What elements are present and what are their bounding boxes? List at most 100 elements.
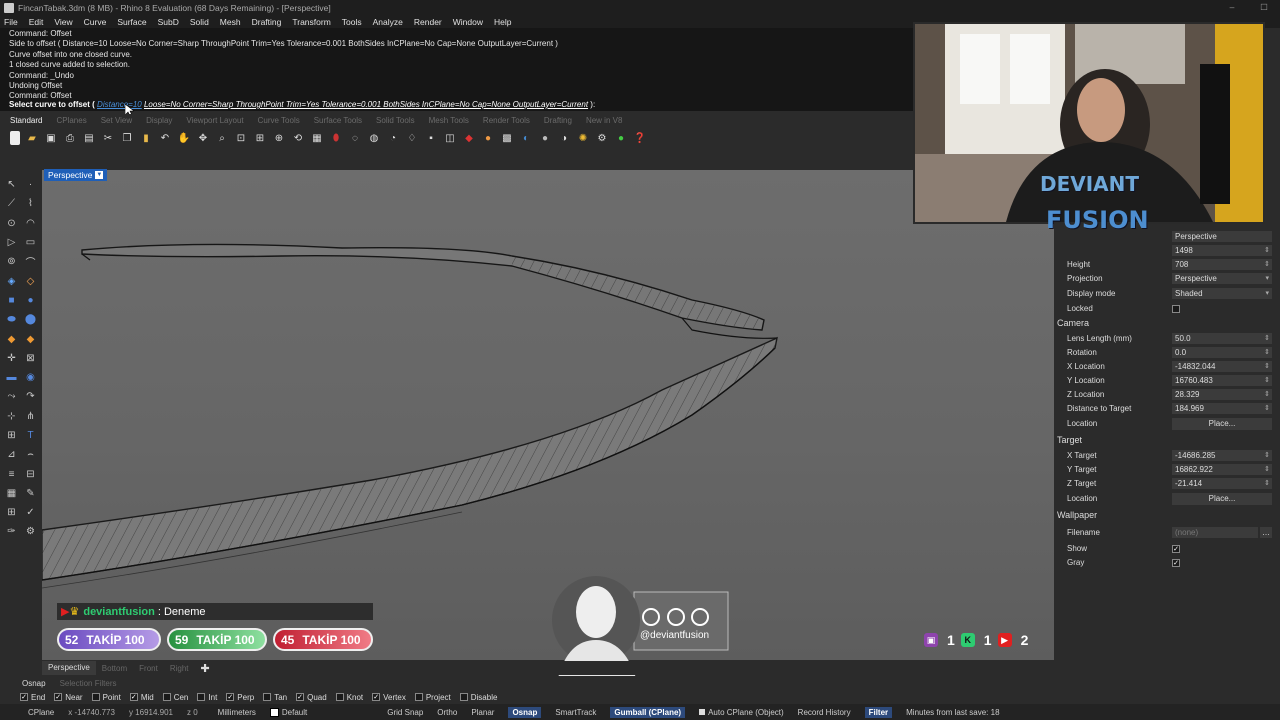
distance-option[interactable]: Distance=10 [97,100,142,109]
menu-render[interactable]: Render [414,17,442,27]
undo-view-icon[interactable]: ⟲ [291,131,305,145]
trim-icon[interactable]: ⤳ [2,387,21,406]
save-icon[interactable]: ▣ [44,131,58,145]
planar-toggle[interactable]: Planar [471,708,494,717]
gumball-toggle[interactable]: Gumball (CPlane) [610,706,686,718]
menu-analyze[interactable]: Analyze [373,17,403,27]
z-target-field[interactable]: -21.414 [1172,478,1272,489]
light-icon[interactable]: ♢ [405,131,419,145]
osnap-tan[interactable]: Tan [263,693,287,702]
polyline-icon[interactable]: ⟋ [2,194,21,213]
osnap-checkbox[interactable] [459,693,468,701]
scale-icon[interactable]: ⊠ [21,349,40,368]
curve-icon[interactable]: ⌇ [21,194,40,213]
ellipse-icon[interactable]: ⊚ [2,252,21,271]
osnap-toggle[interactable]: Osnap [508,706,542,718]
osnap-cen[interactable]: Cen [162,693,188,702]
lock-icon[interactable]: ◔ [386,131,400,145]
material-icon[interactable]: ◆ [462,131,476,145]
gray-checkbox[interactable]: ✓ [1172,558,1180,567]
menu-transform[interactable]: Transform [292,17,330,27]
join-icon[interactable]: ↷ [21,387,40,406]
show-icon[interactable]: ◍ [367,131,381,145]
prop-height-field[interactable]: 708 [1172,259,1272,270]
arc-icon[interactable]: ◠ [21,214,40,233]
locked-checkbox[interactable] [1172,304,1180,313]
units-label[interactable]: Millimeters [218,708,256,717]
gumball-icon[interactable]: ⊞ [2,503,21,522]
z-location-field[interactable]: 28.329 [1172,389,1272,400]
menu-tools[interactable]: Tools [342,17,362,27]
edit-points-icon[interactable]: ✎ [21,484,40,503]
auto-cplane-toggle[interactable]: Auto CPlane (Object) [699,708,784,717]
osnap-checkbox[interactable]: ✓ [54,693,63,701]
osnap-checkbox[interactable]: ✓ [372,693,381,701]
viewport-tab-front[interactable]: Front [133,664,164,673]
tab-standard[interactable]: Standard [10,116,42,125]
viewport-menu-chevron-icon[interactable]: ▼ [95,171,104,179]
tab-drafting[interactable]: Drafting [544,116,572,125]
osnap-near[interactable]: ✓ Near [54,693,83,702]
tab-new-in-v8[interactable]: New in V8 [586,116,622,125]
tab-solid-tools[interactable]: Solid Tools [376,116,415,125]
menu-window[interactable]: Window [453,17,483,27]
history-icon[interactable]: ⊟ [21,464,40,483]
zoom-icon[interactable]: ⌕ [215,131,229,145]
osnap-project[interactable]: Project [414,693,451,702]
camera-place-button[interactable]: Place... [1172,417,1272,430]
sun-icon[interactable]: ✺ [576,131,590,145]
menu-help[interactable]: Help [494,17,511,27]
curvature-icon[interactable]: ⌢ [21,445,40,464]
camera-section-header[interactable]: Camera [1057,318,1089,328]
osnap-checkbox[interactable]: ✓ [226,693,235,701]
osnap-int[interactable]: Int [197,693,217,702]
osnap-quad[interactable]: ✓ Quad [296,693,327,702]
osnap-checkbox[interactable] [263,693,272,701]
tab-cplanes[interactable]: CPlanes [56,116,86,125]
current-layer[interactable]: Default [282,708,307,717]
menu-solid[interactable]: Solid [190,17,209,27]
import-icon[interactable]: ▤ [82,131,96,145]
tab-surface-tools[interactable]: Surface Tools [314,116,362,125]
point-icon[interactable]: · [21,175,40,194]
ortho-toggle[interactable]: Ortho [437,708,457,717]
osnap-checkbox[interactable] [91,693,100,701]
grid-snap-toggle[interactable]: Grid Snap [387,708,423,717]
color-wheel-icon[interactable]: ● [481,131,495,145]
boolean-icon[interactable]: ⬤ [21,310,40,329]
osnap-mid[interactable]: ✓ Mid [129,693,154,702]
subd-icon[interactable]: ◆ [21,329,40,348]
move-icon[interactable]: ✛ [2,349,21,368]
osnap-checkbox[interactable] [197,693,206,701]
tab-curve-tools[interactable]: Curve Tools [258,116,300,125]
show-checkbox[interactable]: ✓ [1172,544,1180,553]
rotation-field[interactable]: 0.0 [1172,347,1272,358]
tab-selection-filters[interactable]: Selection Filters [60,679,117,688]
open-file-icon[interactable]: ▰ [25,131,39,145]
cplane-label[interactable]: CPlane [28,708,54,717]
loft-icon[interactable]: ◇ [21,271,40,290]
filter-toggle[interactable]: Filter [864,706,893,718]
viewport-title-tab[interactable]: Perspective ▼ [44,169,108,181]
text-icon[interactable]: ◉ [21,368,40,387]
osnap-knot[interactable]: Knot [335,693,363,702]
zoom-extents-icon[interactable]: ⊞ [253,131,267,145]
check-tool-icon[interactable]: ✓ [21,503,40,522]
options-icon[interactable]: ⚙ [595,131,609,145]
menu-file[interactable]: File [4,17,18,27]
prop-width-field[interactable]: 1498 [1172,245,1272,256]
polygon-icon[interactable]: ▷ [2,233,21,252]
hide-icon[interactable]: ◌ [348,131,362,145]
sphere-solid-icon[interactable]: ● [21,291,40,310]
grid-icon[interactable]: ▩ [500,131,514,145]
print-icon[interactable]: ⎙ [63,131,77,145]
wallpaper-section-header[interactable]: Wallpaper [1057,510,1097,520]
target-section-header[interactable]: Target [1057,435,1082,445]
add-viewport-icon[interactable]: ✚ [195,662,216,675]
osnap-end[interactable]: ✓ End [20,693,45,702]
command-prompt[interactable]: Select curve to offset ( Distance=10 Loo… [0,99,916,111]
osnap-perp[interactable]: ✓ Perp [226,693,254,702]
sphere-icon[interactable]: ● [538,131,552,145]
select-all-icon[interactable]: ⬮ [329,131,343,145]
paste-icon[interactable]: ▮ [139,131,153,145]
